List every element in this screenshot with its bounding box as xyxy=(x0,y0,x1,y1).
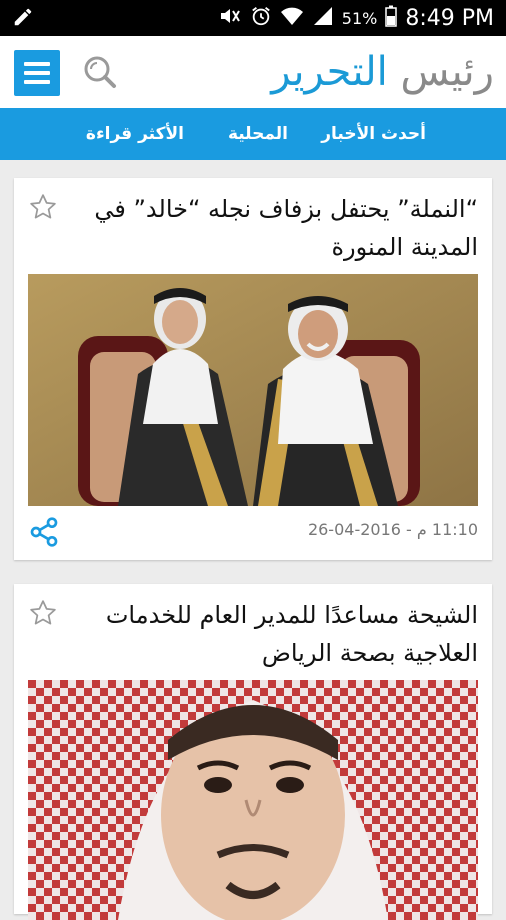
article-card[interactable]: “النملة” يحتفل بزفاف نجله “خالد” في المد… xyxy=(14,178,492,560)
article-date: 2016-04-26 xyxy=(307,520,401,539)
article-time: 11:10 م xyxy=(416,520,478,539)
article-meta: 11:10 م - 2016-04-26 xyxy=(307,520,478,539)
article-image[interactable] xyxy=(28,680,478,920)
battery-percent: 51% xyxy=(341,8,378,28)
logo-part2: التحرير xyxy=(271,49,388,95)
tab-local[interactable]: المحلية xyxy=(228,124,288,144)
menu-button[interactable] xyxy=(14,50,60,96)
article-title[interactable]: “النملة” يحتفل بزفاف نجله “خالد” في المد… xyxy=(74,190,478,266)
share-icon xyxy=(30,517,58,547)
wifi-icon xyxy=(280,5,304,31)
article-card[interactable]: الشيحة مساعدًا للمدير العام للخدمات العل… xyxy=(14,584,492,920)
mute-icon xyxy=(218,5,242,31)
clock: 8:49 PM xyxy=(405,5,494,31)
battery-icon xyxy=(385,5,398,31)
tab-latest-news[interactable]: أحدث الأخبار xyxy=(321,124,426,144)
status-bar: 51% 8:49 PM xyxy=(0,0,506,36)
category-tabs: أحدث الأخبار المحلية الأكثر قراءة xyxy=(0,108,506,160)
star-icon xyxy=(30,194,56,219)
share-button[interactable] xyxy=(28,516,60,548)
logo-part1: رئيس xyxy=(400,49,494,95)
alarm-icon xyxy=(250,5,272,31)
search-icon xyxy=(84,56,116,88)
favorite-button[interactable] xyxy=(28,598,58,628)
search-button[interactable] xyxy=(80,52,120,92)
app-logo: رئيس التحرير xyxy=(271,46,494,98)
edit-notification-icon xyxy=(12,6,34,32)
app-bar: رئيس التحرير xyxy=(0,36,506,108)
star-icon xyxy=(30,600,56,625)
signal-icon xyxy=(312,5,334,31)
article-image[interactable] xyxy=(28,274,478,506)
tab-most-read[interactable]: الأكثر قراءة xyxy=(86,124,184,144)
article-title[interactable]: الشيحة مساعدًا للمدير العام للخدمات العل… xyxy=(74,596,478,672)
favorite-button[interactable] xyxy=(28,192,58,222)
